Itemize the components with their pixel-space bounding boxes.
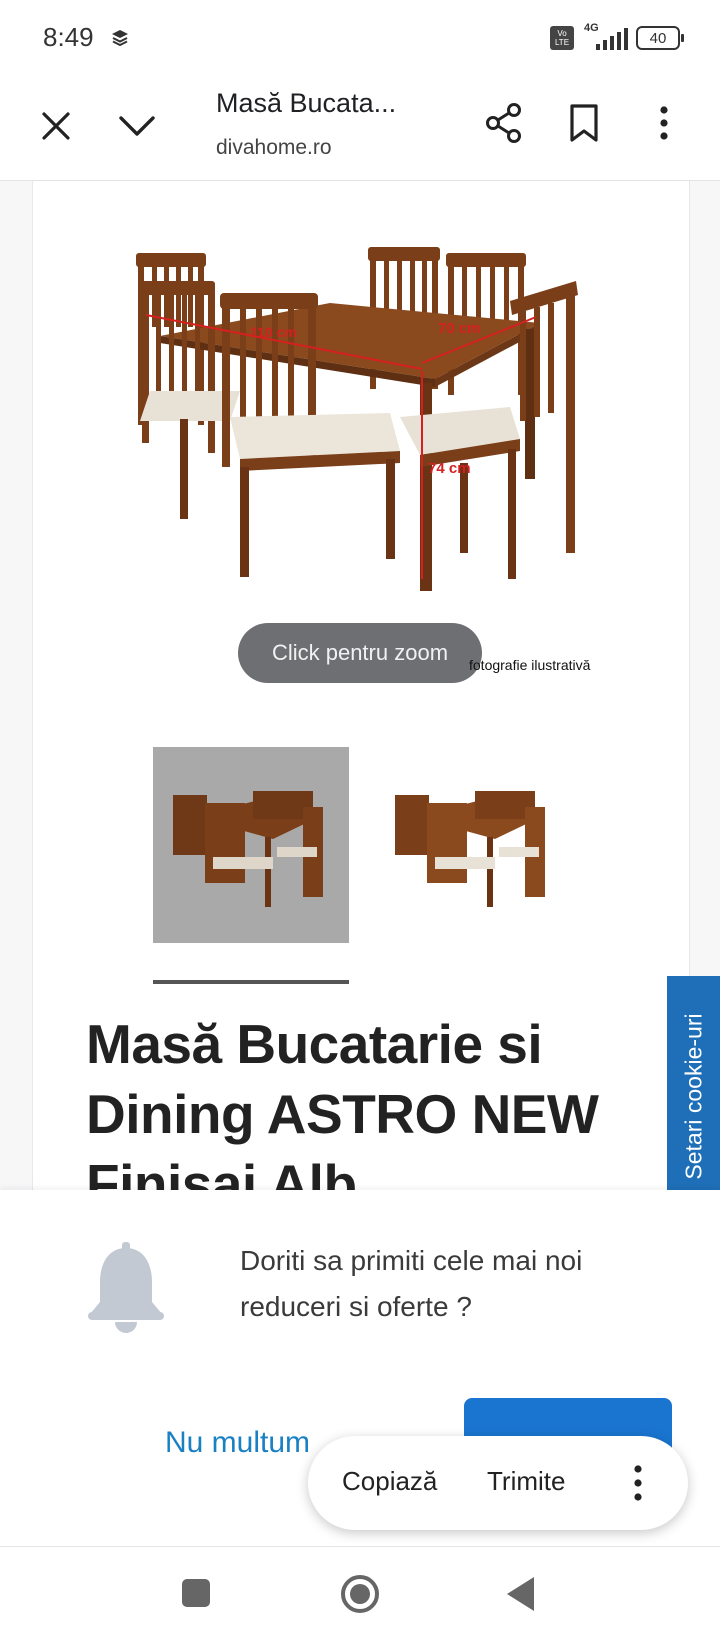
zoom-hint[interactable]: Click pentru zoom [238,623,482,683]
product-image[interactable]: 110 cm 70 cm 74 cm [100,241,620,621]
copy-button[interactable]: Copiază [342,1466,437,1497]
more-vert-icon[interactable] [640,98,688,148]
product-title: Masă Bucatarie si Dining ASTRO NEW Finis… [86,1009,676,1190]
volte-icon: Vo LTE [550,26,574,50]
signal-icon: 4G [582,24,628,52]
notification-message: Doriti sa primiti cele mai noi reduceri … [240,1238,680,1330]
more-options-icon[interactable] [628,1458,648,1508]
product-title-line-1: Masă Bucatarie si [86,1009,676,1079]
decline-button[interactable]: Nu multum [165,1426,310,1460]
product-title-line-2: Dining ASTRO NEW [86,1079,676,1149]
clock: 8:49 [43,22,94,53]
battery-level: 40 [650,30,667,47]
recents-square-icon[interactable] [180,1577,212,1614]
system-nav-bar [0,1546,720,1641]
page-url[interactable]: divahome.ro [216,136,332,160]
bell-icon [88,1242,164,1339]
web-page[interactable]: 110 cm 70 cm 74 cm Click pentru zoom fot… [0,181,720,1190]
custom-tab-toolbar: Masă Bucata... divahome.ro [0,78,720,181]
dimension-length: 110 cm [250,324,297,340]
thumbnail-2[interactable] [375,747,571,943]
cookie-settings-label: Setari cookie-uri [681,1013,708,1179]
thumbnail-1[interactable] [153,747,349,943]
home-circle-icon[interactable] [339,1573,381,1620]
layers-icon [110,28,130,53]
send-button[interactable]: Trimite [487,1466,565,1497]
image-caption: fotografie ilustrativă [469,657,590,673]
status-bar: 8:49 Vo LTE 4G 40 [0,0,720,78]
page-title[interactable]: Masă Bucata... [216,88,396,119]
back-triangle-icon[interactable] [504,1575,538,1618]
text-selection-menu: Copiază Trimite [308,1436,688,1530]
chevron-down-icon[interactable] [112,102,162,150]
share-icon[interactable] [480,98,528,148]
dimension-width: 70 cm [438,320,481,337]
product-title-line-3: Finisaj Alb [86,1149,676,1190]
cookie-settings-tab[interactable]: Setari cookie-uri [667,976,720,1190]
close-icon[interactable] [32,102,80,150]
thumbnail-active-indicator [153,980,349,984]
bookmark-icon[interactable] [560,98,608,148]
dimension-height: 74 cm [428,460,471,477]
battery-icon: 40 [636,26,680,50]
